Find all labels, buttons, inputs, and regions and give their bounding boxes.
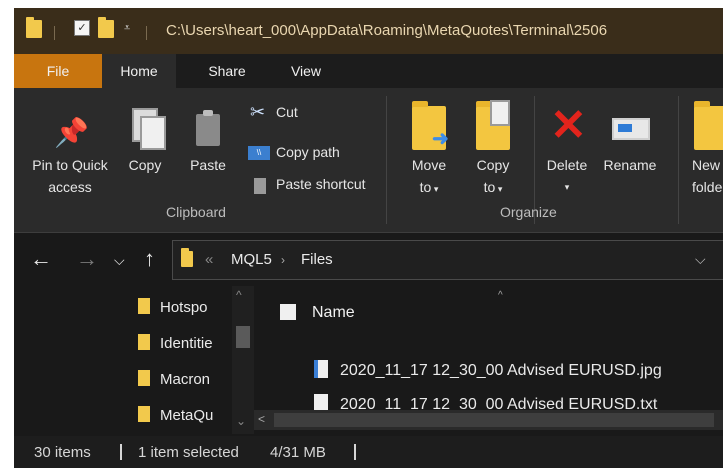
pin-icon: 📌 [54,117,89,148]
copy-to-label-line2: to [483,179,496,195]
divider [120,444,122,460]
folder-icon [138,370,150,386]
properties-check-icon[interactable]: ✓ [74,20,90,36]
horizontal-scrollbar[interactable]: < [254,410,723,430]
up-arrow-icon[interactable]: ↑ [144,246,155,272]
paste-clipboard-icon [196,110,220,146]
pin-label-line2: access [48,179,92,195]
new-folder-icon[interactable] [98,17,114,38]
customize-arrow-icon[interactable]: ⩡ [124,22,130,35]
move-label-line2: to [419,179,432,195]
copy-label: Copy [128,157,162,173]
file-name: 2020_11_17 12_30_00 Advised EURUSD.jpg [340,362,662,379]
chevron-down-icon: ▾ [431,184,439,194]
divider [54,26,55,40]
scroll-thumb[interactable] [274,413,714,427]
organize-group-label: Organize [500,204,557,220]
nav-item-hotspot[interactable]: Hotspo [138,298,208,316]
nav-item-label: MetaQu [160,407,214,424]
nav-item-identities[interactable]: Identitie [138,334,213,352]
delete-x-icon: ✕ [550,101,587,150]
scroll-down-icon[interactable]: ⌄ [236,414,246,428]
title-bar: ✓ ⩡ C:\Users\heart_000\AppData\Roaming\M… [14,8,723,54]
forward-arrow-icon[interactable]: → [76,246,98,272]
file-list: ^ Name 2020_11_17 12_30_00 Advised EURUS… [254,286,723,436]
rename-icon [612,118,650,140]
folder-icon [138,298,150,314]
breadcrumb-separator-icon[interactable]: › [281,253,285,267]
breadcrumb-overflow-icon[interactable]: « [205,251,213,268]
image-file-icon [314,360,328,378]
nav-item-label: Macron [160,371,211,388]
copy-path-label: Copy path [276,144,340,160]
selection-count: 1 item selected [138,444,239,461]
group-divider [678,96,679,224]
new-folder-big-icon [694,101,723,150]
file-row[interactable]: 2020_11_17 12_30_00 Advised EURUSD.jpg [314,360,662,380]
tab-share[interactable]: Share [192,54,262,88]
select-all-checkbox[interactable] [280,304,296,320]
divider [354,444,356,460]
paste-shortcut-label: Paste shortcut [276,176,366,192]
chevron-down-icon: ▾ [495,184,503,194]
sort-ascending-icon: ^ [498,290,503,301]
divider [146,26,147,40]
pin-label-line1: Pin to Quick [32,157,108,173]
address-bar[interactable]: « MQL5 › Files ⌵ [172,240,723,280]
status-bar: 30 items 1 item selected 4/31 MB [14,436,723,468]
paste-shortcut-icon [254,178,266,194]
recent-locations-chevron-icon[interactable]: ⌵ [114,252,125,269]
clipboard-group-label: Clipboard [166,204,226,220]
scroll-thumb[interactable] [236,326,250,348]
breadcrumb-mql5[interactable]: MQL5 [231,251,272,268]
folder-icon [138,406,150,422]
navigation-pane: Hotspo Identitie Macron MetaQu ^ ⌄ [14,286,254,436]
address-dropdown-chevron-icon[interactable]: ⌵ [695,251,706,268]
breadcrumb-files[interactable]: Files [301,251,333,268]
copy-to-label-line1: Copy [476,157,510,173]
copy-icon-front [140,116,166,150]
folder-icon [138,334,150,350]
move-arrow-icon: ➜ [432,128,449,150]
group-divider [386,96,387,224]
nav-pane-scrollbar[interactable]: ^ ⌄ [232,286,254,434]
ribbon: 📌 Pin to Quick access Copy Paste ✂ Cut \… [14,88,723,233]
new-label-line1: New [692,157,721,173]
scroll-up-icon[interactable]: ^ [236,288,242,302]
nav-item-metaquotes[interactable]: MetaQu [138,406,213,424]
back-arrow-icon[interactable]: ← [30,246,52,272]
paste-label: Paste [190,157,226,173]
nav-item-label: Hotspo [160,299,208,316]
tab-file[interactable]: File [14,54,102,88]
chevron-down-icon: ▾ [564,182,570,192]
folder-icon [26,17,42,38]
explorer-window: ✓ ⩡ C:\Users\heart_000\AppData\Roaming\M… [14,8,723,468]
selection-size: 4/31 MB [270,444,326,461]
folder-icon [181,248,193,267]
scroll-left-icon[interactable]: < [258,412,265,426]
address-row: ← → ⌵ ↑ « MQL5 › Files ⌵ [14,234,723,286]
rename-label: Rename [603,157,657,173]
move-label-line1: Move [411,157,447,173]
tab-view[interactable]: View [276,54,336,88]
tab-home[interactable]: Home [102,54,176,88]
nav-item-macron[interactable]: Macron [138,370,210,388]
item-count: 30 items [34,444,91,461]
copy-path-icon: \\ [248,146,270,160]
column-header-name[interactable]: Name [312,304,355,322]
ribbon-tabs: File Home Share View [14,54,723,88]
copy-to-doc-icon [490,100,510,126]
scissors-icon: ✂ [250,102,266,122]
nav-item-label: Identitie [160,335,213,352]
delete-label: Delete [546,157,588,173]
new-label-line2: folder [692,179,723,195]
window-title-path: C:\Users\heart_000\AppData\Roaming\MetaQ… [166,22,608,39]
cut-label: Cut [276,104,298,120]
